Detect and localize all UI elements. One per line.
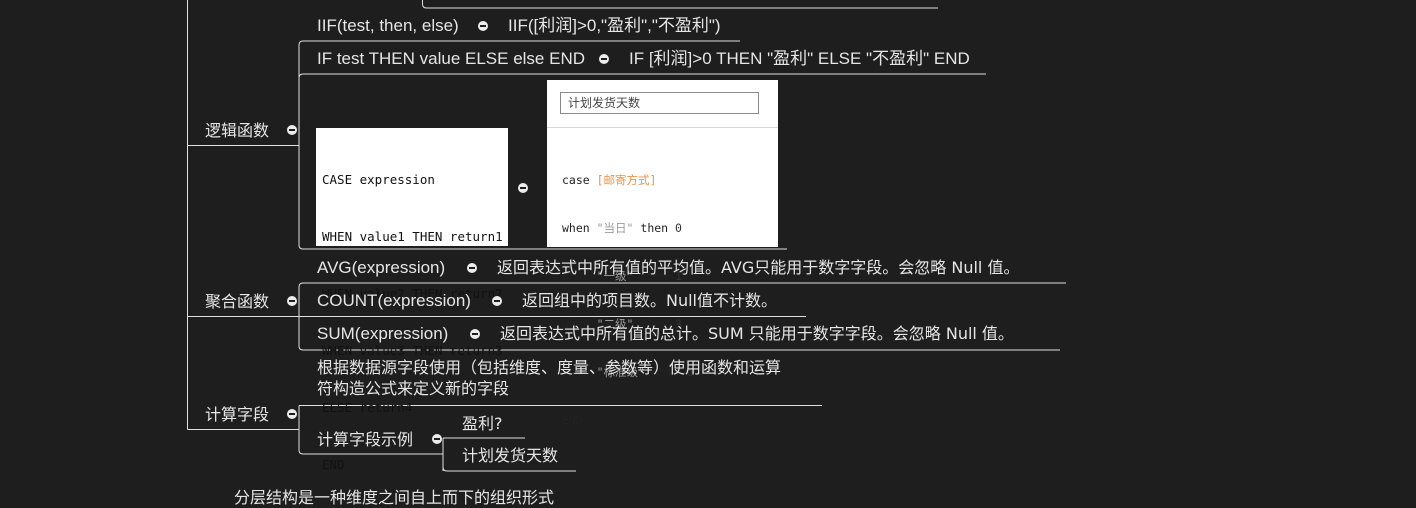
collapse-toggle-icon[interactable] [287,296,297,306]
branch-calculated-fields[interactable]: 计算字段 [205,405,269,425]
code-keyword: when [562,221,597,235]
case-example-image[interactable]: 计划发货天数 case [邮寄方式] when "当日" then 0 when… [547,80,778,427]
count-syntax[interactable]: COUNT(expression) [317,291,471,311]
case-syntax-image[interactable]: CASE expression WHEN value1 THEN return1… [316,128,508,472]
calc-example-item-profit[interactable]: 盈利? [462,414,503,434]
collapse-toggle-icon[interactable] [599,54,609,64]
if-then-syntax[interactable]: IF test THEN value ELSE else END [317,49,585,69]
branch-aggregate-functions[interactable]: 聚合函数 [205,292,269,312]
iif-syntax[interactable]: IIF(test, then, else) [317,16,459,36]
collapse-toggle-icon[interactable] [492,296,502,306]
collapse-toggle-icon[interactable] [287,409,297,419]
sum-syntax[interactable]: SUM(expression) [317,324,448,344]
iif-example[interactable]: IIF([利润]>0,"盈利","不盈利") [508,16,721,36]
code-keyword: END [562,413,583,427]
collapse-toggle-icon[interactable] [432,434,442,444]
if-then-example[interactable]: IF [利润]>0 THEN "盈利" ELSE "不盈利" END [629,49,970,69]
code-line: case [邮寄方式] [562,172,693,188]
sum-description[interactable]: 返回表达式中所有值的总计。SUM 只能用于数字字段。会忽略 Null 值。 [500,324,1014,344]
code-keyword: then [633,221,676,235]
calc-example-item-ship-days[interactable]: 计划发货天数 [462,446,558,466]
collapse-toggle-icon[interactable] [467,263,477,273]
code-line: when "当日" then 0 [562,220,693,236]
code-keyword: case [562,173,597,187]
calc-description-line: 符构造公式来定义新的字段 [317,379,510,398]
divider [547,127,778,128]
collapse-toggle-icon[interactable] [470,329,480,339]
branch-logic-functions[interactable]: 逻辑函数 [205,121,269,141]
avg-syntax[interactable]: AVG(expression) [317,258,445,278]
hierarchy-note[interactable]: 分层结构是一种维度之间自上而下的组织形式 [234,488,554,508]
mindmap-connectors [187,0,1066,472]
calc-example-node[interactable]: 计算字段示例 [317,430,413,450]
case-syntax-line: CASE expression [322,172,435,187]
calc-description[interactable]: 根据数据源字段使用（包括维度、度量、参数等）使用函数和运算 符构造公式来定义新的… [317,357,781,399]
count-description[interactable]: 返回组中的项目数。Null值不计数。 [522,291,777,311]
collapse-toggle-icon[interactable] [287,125,297,135]
code-string: "当日" [596,221,634,235]
field-name-input: 计划发货天数 [560,92,759,114]
collapse-toggle-icon[interactable] [518,183,528,193]
code-field: [邮寄方式] [596,173,657,187]
collapse-toggle-icon[interactable] [478,21,488,31]
avg-description[interactable]: 返回表达式中所有值的平均值。AVG只能用于数字字段。会忽略 Null 值。 [497,258,1019,278]
calc-description-line: 根据数据源字段使用（包括维度、度量、参数等）使用函数和运算 [317,358,782,377]
case-syntax-line: WHEN value1 THEN return1 [322,229,503,244]
code-line: END [562,412,693,428]
code-number: 0 [675,221,682,235]
